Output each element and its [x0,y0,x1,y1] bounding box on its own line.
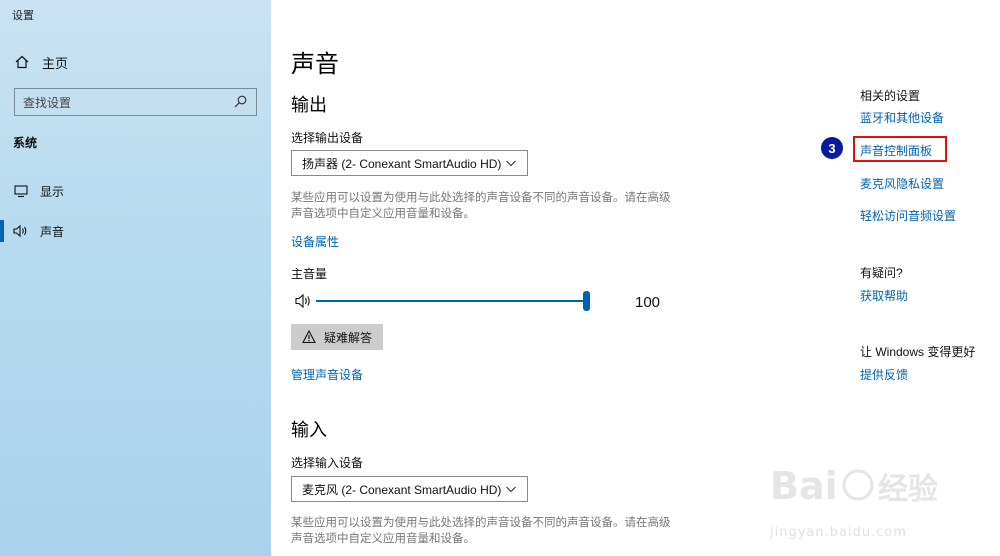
search-input[interactable]: 查找设置 [14,88,257,116]
feedback-link[interactable]: 提供反馈 [860,366,908,383]
question-heading: 有疑问? [860,266,903,280]
volume-control [291,290,691,312]
section-label-system: 系统 [13,136,38,150]
sidebar-item-label: 声音 [40,224,65,239]
chevron-down-icon [505,483,517,495]
sidebar: 设置 主页 查找设置 系统 显示 声音 [0,0,271,556]
home-icon [14,54,30,70]
nav-home[interactable]: 主页 [14,52,68,72]
volume-value: 100 [635,294,661,311]
ease-of-access-audio-link[interactable]: 轻松访问音频设置 [860,207,956,224]
output-description: 某些应用可以设置为使用与此处选择的声音设备不同的声音设备。请在高级声音选项中自定… [291,192,671,220]
search-placeholder: 查找设置 [23,95,72,110]
input-description: 某些应用可以设置为使用与此处选择的声音设备不同的声音设备。请在高级声音选项中自定… [291,517,671,545]
microphone-privacy-link[interactable]: 麦克风隐私设置 [860,175,944,192]
monitor-icon [13,183,29,199]
output-heading: 输出 [291,95,327,115]
baidu-watermark: Bai 经验 jingyan.baidu.com [770,455,970,545]
window-title: 设置 [12,10,34,22]
active-indicator [0,220,4,242]
input-device-value: 麦克风 (2- Conexant SmartAudio HD) [302,482,502,497]
improve-windows-heading: 让 Windows 变得更好 [860,345,976,359]
input-select-label: 选择输入设备 [291,456,364,470]
troubleshoot-button[interactable]: 疑难解答 [291,324,383,350]
speaker-icon [13,223,29,239]
manage-sound-devices-link[interactable]: 管理声音设备 [291,366,363,383]
volume-slider-track[interactable] [316,300,590,302]
volume-icon[interactable] [295,292,313,310]
output-device-select[interactable]: 扬声器 (2- Conexant SmartAudio HD) [291,150,528,176]
sidebar-item-sound[interactable]: 声音 [0,220,271,242]
svg-text:Bai: Bai [770,464,838,508]
highlight-box [853,136,947,162]
device-properties-link[interactable]: 设备属性 [291,233,339,250]
svg-text:经验: 经验 [878,472,938,507]
main-content: 声音 输出 选择输出设备 扬声器 (2- Conexant SmartAudio… [291,0,831,556]
volume-label: 主音量 [291,267,328,281]
output-device-value: 扬声器 (2- Conexant SmartAudio HD) [302,156,502,171]
troubleshoot-label: 疑难解答 [323,330,372,345]
baidu-logo-icon: Bai 经验 [770,464,938,508]
step-badge: 3 [821,137,843,159]
bluetooth-devices-link[interactable]: 蓝牙和其他设备 [860,109,944,126]
related-settings-heading: 相关的设置 [860,89,921,103]
page-title: 声音 [291,51,339,78]
nav-home-label: 主页 [42,55,69,71]
output-select-label: 选择输出设备 [291,131,364,145]
volume-slider-thumb[interactable] [583,291,590,311]
input-heading: 输入 [291,420,327,440]
watermark-url: jingyan.baidu.com [770,525,907,540]
sidebar-item-display[interactable]: 显示 [0,180,271,202]
chevron-down-icon [505,157,517,169]
get-help-link[interactable]: 获取帮助 [860,287,908,304]
warning-icon [302,330,316,344]
sidebar-item-label: 显示 [40,184,65,199]
search-icon [234,95,248,109]
input-device-select[interactable]: 麦克风 (2- Conexant SmartAudio HD) [291,476,528,502]
